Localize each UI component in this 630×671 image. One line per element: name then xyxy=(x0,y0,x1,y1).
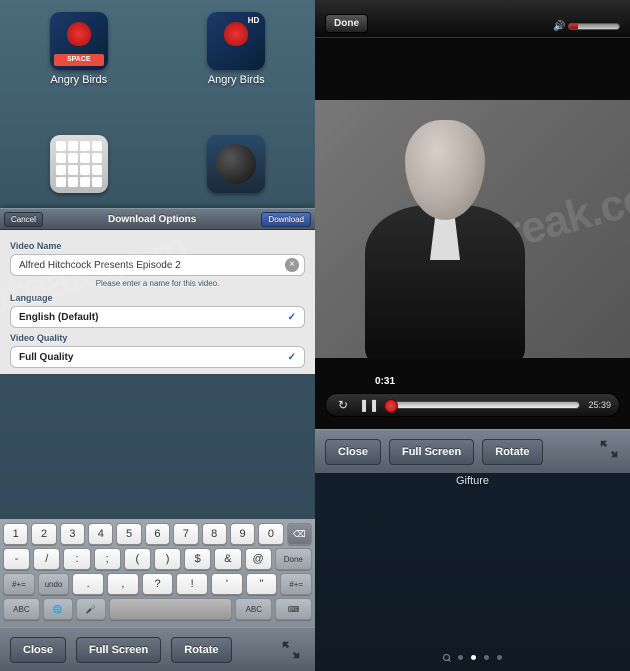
volume-slider[interactable]: 🔊 xyxy=(550,19,620,33)
download-button[interactable]: Download xyxy=(261,212,311,227)
key[interactable]: 9 xyxy=(230,523,255,545)
key[interactable]: 8 xyxy=(202,523,227,545)
check-icon: ✓ xyxy=(288,352,296,363)
key[interactable]: ' xyxy=(211,573,243,595)
key[interactable]: 6 xyxy=(145,523,170,545)
scrubber[interactable] xyxy=(386,401,580,409)
expand-icon[interactable] xyxy=(277,636,305,664)
toolbar: Close Full Screen Rotate xyxy=(0,627,315,671)
page-dot[interactable] xyxy=(497,655,502,660)
key-globe[interactable]: 🌐 xyxy=(43,598,73,620)
dialog-header: Cancel Download Options Download xyxy=(0,208,315,230)
quality-label: Video Quality xyxy=(10,333,305,343)
key[interactable]: ) xyxy=(154,548,181,570)
page-dot-active[interactable] xyxy=(471,655,476,660)
check-icon: ✓ xyxy=(288,312,296,323)
video-player: Done 🔊 iJailbreak.com 0:31 ↻ ❚❚ 25: xyxy=(315,0,630,429)
key[interactable]: $ xyxy=(184,548,211,570)
key[interactable]: - xyxy=(3,548,30,570)
fullscreen-button[interactable]: Full Screen xyxy=(76,637,161,663)
keyboard: 1 2 3 4 5 6 7 8 9 0 ⌫ - / : ; ( ) $ & @ … xyxy=(0,519,315,627)
app-angry-birds-space[interactable]: SPACE Angry Birds xyxy=(14,12,144,86)
key[interactable]: ; xyxy=(94,548,121,570)
key[interactable]: : xyxy=(63,548,90,570)
app-keyboard[interactable] xyxy=(14,135,144,197)
dialog-title: Download Options xyxy=(108,214,196,225)
key[interactable]: 4 xyxy=(88,523,113,545)
key[interactable]: 0 xyxy=(258,523,283,545)
key[interactable]: & xyxy=(214,548,241,570)
app-angry-birds-hd[interactable]: Angry Birds xyxy=(171,12,301,86)
toolbar: Close Full Screen Rotate xyxy=(315,429,630,473)
key[interactable]: . xyxy=(72,573,104,595)
app-icon xyxy=(207,12,265,70)
playback-controls: 0:31 ↻ ❚❚ 25:39 xyxy=(325,376,620,417)
close-button[interactable]: Close xyxy=(10,637,66,663)
app-icon xyxy=(50,135,108,193)
app-icon xyxy=(207,135,265,193)
key-abc[interactable]: ABC xyxy=(235,598,272,620)
key[interactable]: " xyxy=(246,573,278,595)
key-abc[interactable]: ABC xyxy=(3,598,40,620)
key-backspace[interactable]: ⌫ xyxy=(287,523,312,545)
video-frame[interactable]: iJailbreak.com xyxy=(315,100,630,358)
key[interactable]: 3 xyxy=(60,523,85,545)
app-label: Angry Birds xyxy=(208,74,265,86)
key-symbols[interactable]: #+= xyxy=(280,573,312,595)
key-hide[interactable]: ⌨ xyxy=(275,598,312,620)
page-dots[interactable] xyxy=(315,654,630,661)
key[interactable]: 2 xyxy=(31,523,56,545)
key[interactable]: ! xyxy=(176,573,208,595)
key-space[interactable] xyxy=(109,598,233,620)
key[interactable]: ( xyxy=(124,548,151,570)
page-dot[interactable] xyxy=(484,655,489,660)
video-content xyxy=(355,110,535,358)
close-button[interactable]: Close xyxy=(325,439,381,465)
app-icon: SPACE xyxy=(50,12,108,70)
page-dot[interactable] xyxy=(458,655,463,660)
key[interactable]: ? xyxy=(142,573,174,595)
app-label-gifture: Gifture xyxy=(315,475,630,487)
key[interactable]: 5 xyxy=(116,523,141,545)
key[interactable]: @ xyxy=(245,548,272,570)
rotate-button[interactable]: Rotate xyxy=(171,637,231,663)
key[interactable]: , xyxy=(107,573,139,595)
language-select[interactable]: English (Default) ✓ xyxy=(10,306,305,328)
duration: 25:39 xyxy=(588,400,611,410)
clear-icon[interactable]: × xyxy=(285,258,299,272)
key-mic[interactable]: 🎤 xyxy=(76,598,106,620)
key[interactable]: 1 xyxy=(3,523,28,545)
quality-select[interactable]: Full Quality ✓ xyxy=(10,346,305,368)
key[interactable]: / xyxy=(33,548,60,570)
current-time: 0:31 xyxy=(365,376,405,387)
fullscreen-button[interactable]: Full Screen xyxy=(389,439,474,465)
app-chain-chomp[interactable] xyxy=(171,135,301,197)
speaker-icon: 🔊 xyxy=(553,21,565,32)
app-label: Angry Birds xyxy=(50,74,107,86)
pause-button[interactable]: ❚❚ xyxy=(360,396,378,414)
rewind-button[interactable]: ↻ xyxy=(334,396,352,414)
key-undo[interactable]: undo xyxy=(38,573,70,595)
done-button[interactable]: Done xyxy=(325,14,368,33)
key-done[interactable]: Done xyxy=(275,548,312,570)
key-symbols[interactable]: #+= xyxy=(3,573,35,595)
spotlight-dot[interactable] xyxy=(443,654,450,661)
cancel-button[interactable]: Cancel xyxy=(4,212,43,227)
rotate-button[interactable]: Rotate xyxy=(482,439,542,465)
expand-icon[interactable] xyxy=(598,438,620,465)
key[interactable]: 7 xyxy=(173,523,198,545)
